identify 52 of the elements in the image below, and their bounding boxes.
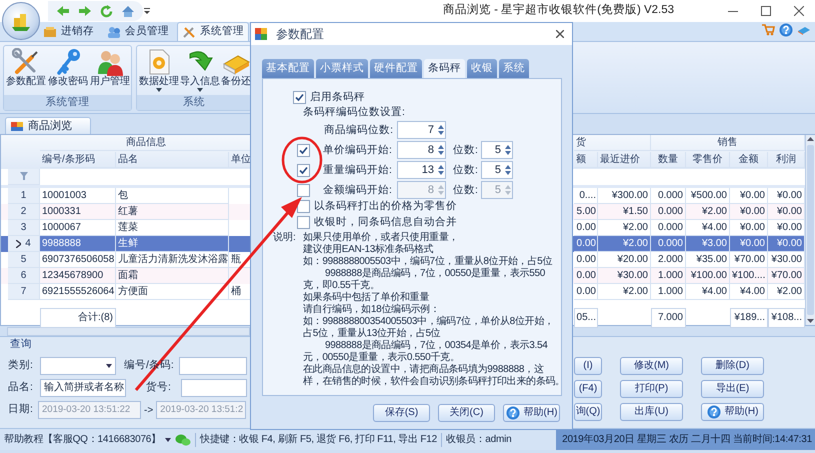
note-line: 在此商品信息的设置中，请把商品条码填为9988888，这	[303, 364, 545, 376]
table-cell: 1.000	[651, 284, 686, 300]
setting-label: 位数:	[452, 183, 479, 197]
date-field: 2019-03-20 13:51:22	[38, 401, 141, 419]
panel-title: 查询	[10, 338, 32, 350]
cashier-text: 收银员：admin	[446, 433, 512, 447]
note-line: 样，在销售的时候，软件会自动识别条码秤打印出来的条码。	[303, 376, 565, 388]
group-label: 系统	[137, 95, 251, 110]
total-cell: 7.000	[651, 308, 686, 328]
date-field: 2019-03-20 13:51:2	[156, 401, 246, 419]
datetime-text: 2019年03月20日 星期三 农历 二月十四 当前时间:14:47:31	[556, 429, 815, 450]
setting-label: 重量编码开始:	[323, 163, 393, 177]
note-line: 9988888是商品编码，7位，00550是重量，表示550	[324, 268, 546, 280]
field-label: 类别:	[8, 358, 34, 374]
checkbox-label: 收银时，同条码信息自动合并	[314, 215, 457, 229]
field-label: 日期:	[8, 402, 34, 418]
band-header: 货	[574, 135, 651, 151]
window-title: 商品浏览 - 星宇超市收银软件(免费版) V2.53	[442, 2, 676, 18]
group-label: 系统管理	[4, 95, 131, 110]
checkbox-label: 启用条码秤	[310, 90, 365, 104]
note-label: 说明:	[273, 232, 297, 245]
table-cell: 方便面	[116, 284, 229, 300]
setting-label: 位数:	[452, 143, 479, 157]
section-label: 条码秤编码位数设置:	[303, 105, 406, 119]
note-line: 建议使用EAN-13标准条码格式	[303, 244, 434, 256]
table-cell: 6921555526064	[40, 284, 116, 300]
note-line: 9988888是商品编码，7位，00354是单价，表示3.54	[324, 340, 548, 352]
note-line: 如：998888800354005503中，编码7位，单价从8位开始，	[303, 316, 555, 328]
total-cell: ¥189...	[730, 308, 768, 328]
table-cell: 0.00	[574, 284, 598, 300]
table-cell: ¥4.00	[730, 284, 768, 300]
range-arrow: ->	[144, 404, 154, 418]
note-line: 占5位，重量从13位开始，占5位	[303, 328, 442, 340]
note-line: 如果只使用单价，或者只使用重量，	[303, 232, 460, 244]
table-cell: ¥4.00	[686, 284, 730, 300]
field-label: 品名:	[8, 380, 34, 396]
total-cell: 05...	[574, 308, 598, 328]
setting-label: 位数:	[452, 163, 479, 177]
note-line: 元，00550是重量，表示0.550千克。	[303, 352, 461, 364]
note-line: 请自行编码，如18位编码示例：	[303, 304, 441, 316]
total-cell: 合计:(8)	[40, 308, 116, 328]
field-label: 货号:	[146, 380, 172, 396]
band-header: 销售	[651, 135, 805, 151]
setting-label: 单价编码开始:	[323, 143, 393, 157]
table-cell: ¥2.00	[598, 284, 651, 300]
setting-label: 金额编码开始:	[323, 183, 393, 197]
note-line: 如：9988888005503中，编码7位，重量从8位开始，占5位	[303, 256, 554, 268]
setting-label: 商品编码位数:	[323, 123, 394, 137]
shortcuts-text: 快捷键：收银 F4, 刷新 F5, 退货 F6, 打印 F11, 导出 F12	[200, 432, 438, 447]
total-cell: ¥108...	[768, 308, 805, 328]
checkbox-label: 以条码秤打出的价格为零售价	[314, 199, 457, 213]
dialog-title: 参数配置	[276, 26, 324, 43]
